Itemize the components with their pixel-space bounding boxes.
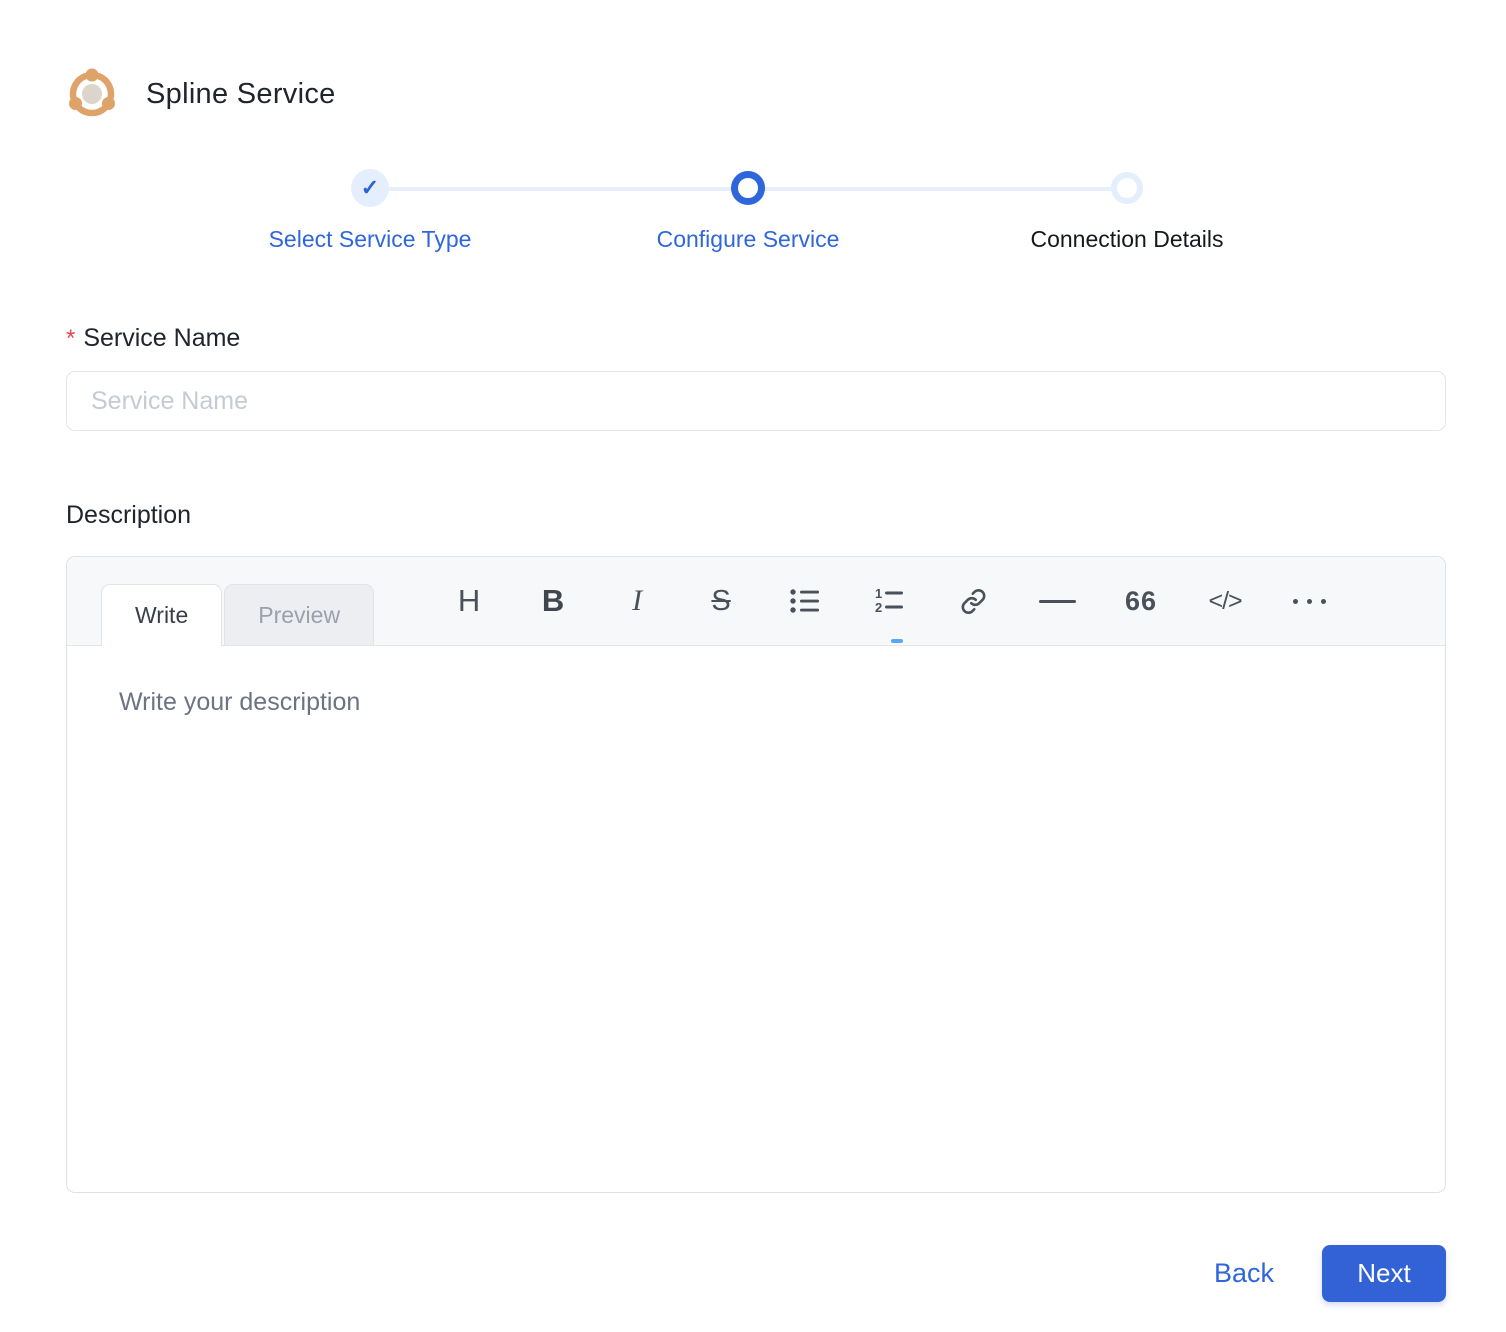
page-title: Spline Service [146, 77, 336, 110]
italic-icon: I [632, 584, 643, 617]
service-name-input[interactable] [66, 371, 1446, 431]
ordered-list-caret-artifact [891, 639, 903, 643]
code-button[interactable]: </> [1183, 557, 1267, 645]
editor-toolbar: Write Preview H B I S 1 2 66 </> [67, 557, 1445, 646]
tab-preview[interactable]: Preview [224, 584, 375, 646]
quote-button[interactable]: 66 [1099, 557, 1183, 645]
horizontal-rule-button[interactable] [1015, 557, 1099, 645]
wizard-footer: Back Next [66, 1245, 1446, 1302]
wizard-stepper: ✓ Select Service Type Configure Service … [0, 160, 1506, 278]
bold-icon: B [541, 583, 565, 618]
editor-tabs: Write Preview [101, 584, 375, 646]
description-textarea[interactable] [67, 646, 1445, 1192]
ordered-list-icon: 1 2 [874, 587, 904, 615]
heading-button[interactable]: H [427, 557, 511, 645]
heading-icon: H [457, 583, 481, 618]
step-1-indicator-completed[interactable]: ✓ [351, 169, 389, 207]
step-2-indicator-active[interactable] [731, 171, 765, 205]
step-label-select-service-type[interactable]: Select Service Type [269, 226, 472, 253]
step-3-indicator-upcoming[interactable] [1111, 172, 1143, 204]
code-icon: </> [1208, 586, 1242, 615]
description-label: Description [66, 501, 192, 529]
app-header: Spline Service [0, 0, 1506, 122]
ellipsis-icon [1292, 598, 1326, 604]
svg-text:1: 1 [875, 587, 882, 601]
more-options-button[interactable] [1267, 557, 1351, 645]
link-icon [960, 588, 987, 615]
spline-service-logo-icon [64, 66, 120, 122]
horizontal-rule-icon [1038, 599, 1076, 603]
strikethrough-button[interactable]: S [679, 557, 763, 645]
link-button[interactable] [931, 557, 1015, 645]
svg-text:2: 2 [875, 600, 882, 615]
unordered-list-icon [790, 588, 820, 614]
step-label-configure-service[interactable]: Configure Service [657, 226, 840, 253]
strikethrough-icon: S [711, 584, 731, 617]
next-button[interactable]: Next [1322, 1245, 1446, 1302]
service-name-label: * Service Name [66, 324, 241, 352]
required-asterisk: * [66, 325, 76, 352]
check-icon: ✓ [360, 175, 380, 200]
bold-button[interactable]: B [511, 557, 595, 645]
ordered-list-button[interactable]: 1 2 [847, 557, 931, 645]
tab-write[interactable]: Write [101, 584, 223, 646]
italic-button[interactable]: I [595, 557, 679, 645]
quote-icon: 66 [1125, 585, 1158, 616]
step-label-connection-details[interactable]: Connection Details [1030, 226, 1223, 253]
formatting-toolbar: H B I S 1 2 66 </> [427, 557, 1351, 645]
description-markdown-editor: Write Preview H B I S 1 2 66 </> Write y… [66, 556, 1446, 1193]
back-button[interactable]: Back [1214, 1258, 1274, 1289]
unordered-list-button[interactable] [763, 557, 847, 645]
